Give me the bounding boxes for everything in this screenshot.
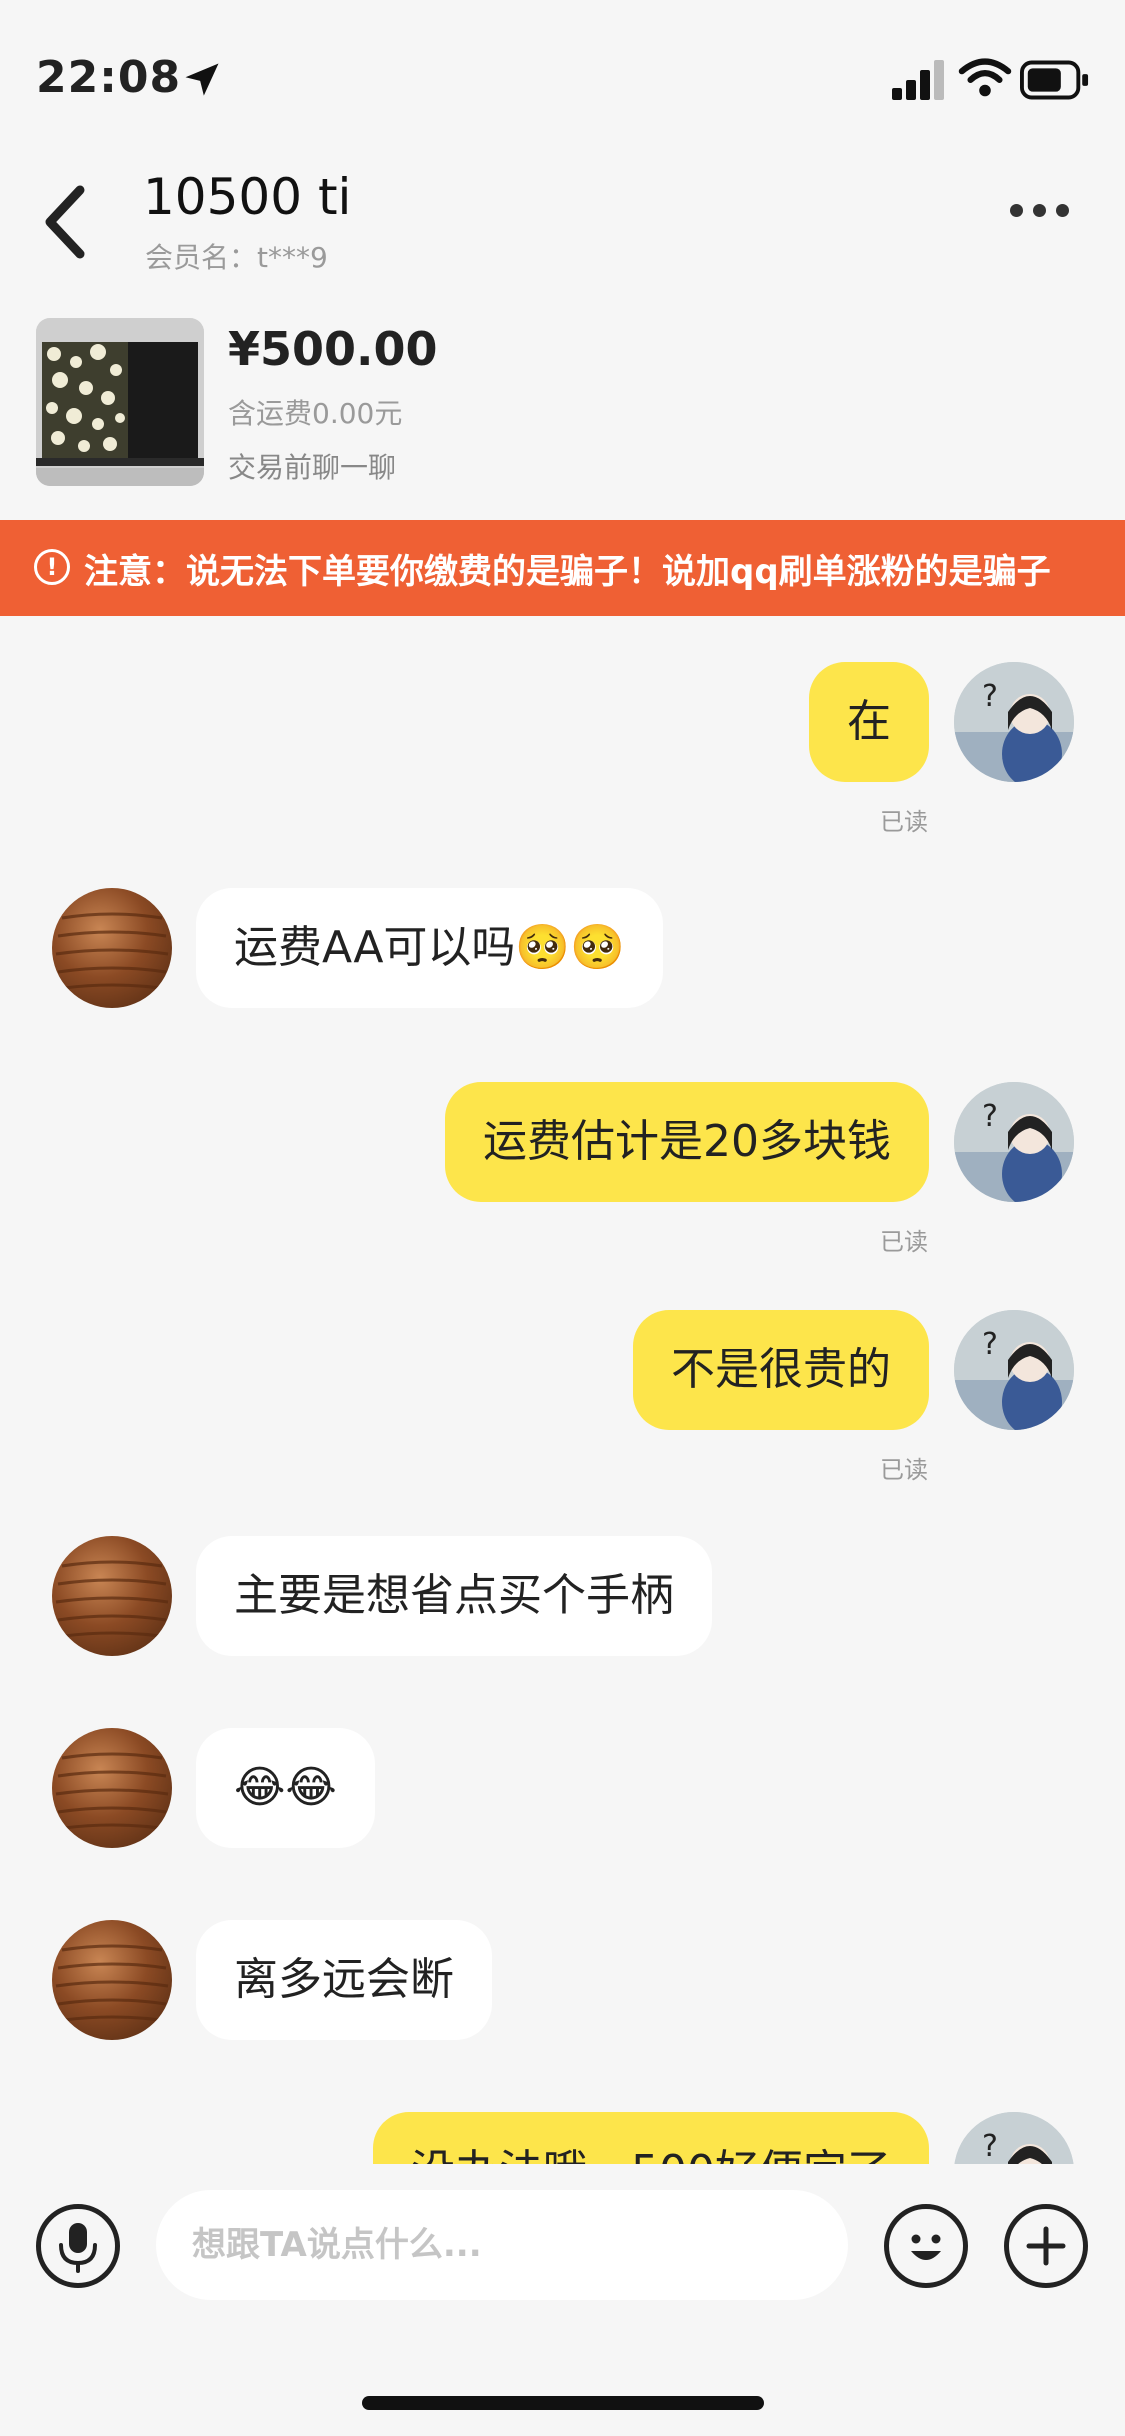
contact-avatar[interactable] [52,1920,172,2040]
more-options-icon[interactable] [1010,202,1090,242]
message-input-bar [0,2164,1125,2436]
smiley-icon[interactable] [884,2204,968,2288]
self-avatar[interactable]: ? [954,1082,1074,1202]
message-bubble-self[interactable]: 运费估计是20多块钱 [445,1082,929,1202]
svg-text:?: ? [982,1327,998,1362]
svg-text:?: ? [982,679,998,714]
microphone-icon[interactable] [36,2204,120,2288]
battery-icon [1020,60,1089,100]
chat-title: 10500 ti [143,168,352,226]
back-chevron-icon[interactable] [40,182,90,262]
chat-before-trade-hint: 交易前聊一聊 [228,451,397,484]
plus-icon[interactable] [1004,2204,1088,2288]
read-receipt: 已读 [880,808,928,836]
message-bubble-self[interactable]: 没办法哦，500好便宜了 [373,2112,929,2164]
contact-avatar[interactable] [52,1536,172,1656]
message-bubble-other[interactable]: 😂😂 [196,1728,375,1848]
shipping-info: 含运费0.00元 [228,397,403,430]
chat-header: 10500 ti 会员名：t***9 [0,150,1125,300]
location-arrow-icon [185,63,219,96]
svg-text:?: ? [982,2129,998,2164]
self-avatar[interactable]: ? [954,662,1074,782]
member-name: 会员名：t***9 [145,241,328,274]
self-avatar[interactable]: ? [954,2112,1074,2164]
read-receipt: 已读 [880,1456,928,1484]
warning-text: 注意：说无法下单要你缴费的是骗子！说加qq刷单涨粉的是骗子 [84,552,1051,592]
wifi-icon [958,58,1012,97]
product-thumbnail[interactable] [36,318,204,486]
read-receipt: 已读 [880,1228,928,1256]
contact-avatar[interactable] [52,1728,172,1848]
message-bubble-other[interactable]: 离多远会断 [196,1920,492,2040]
cellular-signal-icon [892,60,944,100]
fraud-warning-banner: ! 注意：说无法下单要你缴费的是骗子！说加qq刷单涨粉的是骗子 [0,520,1125,616]
home-indicator[interactable] [362,2396,764,2410]
product-price: ¥500.00 [228,322,438,376]
contact-avatar[interactable] [52,888,172,1008]
message-input[interactable] [156,2190,848,2300]
message-bubble-other[interactable]: 运费AA可以吗🥺🥺 [196,888,663,1008]
exclamation-circle-icon: ! [34,549,70,585]
message-bubble-other[interactable]: 主要是想省点买个手柄 [196,1536,712,1656]
status-bar: 22:08 [0,0,1125,150]
self-avatar[interactable]: ? [954,1310,1074,1430]
message-bubble-self[interactable]: 在 [809,662,929,782]
product-card[interactable]: ¥500.00 含运费0.00元 交易前聊一聊 [0,300,1125,520]
status-time: 22:08 [36,52,182,103]
svg-text:?: ? [982,1099,998,1134]
message-list[interactable]: ? 在 已读 运费AA可以吗🥺🥺 ? 运费估计是20多块钱 已读 ? 不是很贵的… [0,616,1125,2164]
message-bubble-self[interactable]: 不是很贵的 [633,1310,929,1430]
